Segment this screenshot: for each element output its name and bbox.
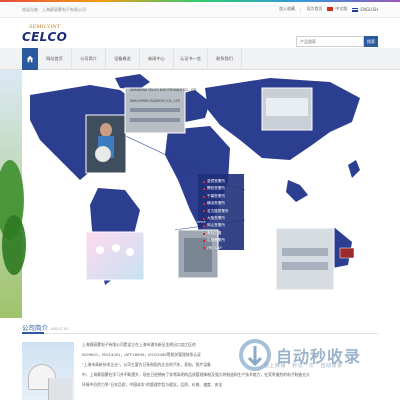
red-sign-graphic [339,247,355,259]
about-line: 环境中仍然力争"日本品质，中国成本"的管理宗旨与理念，品质、价格、速度、安全 [82,382,223,387]
watermark-tagline: 极上链接 · 秒访一次 · 自动收录 [264,363,343,369]
search-button[interactable]: 搜索 [364,36,378,47]
banner-caption-shanghai: SHANGHAI CELCO ELECTRONICS CO., LTD [130,88,197,92]
location-marker-icon [203,239,205,242]
office-head-factory: 本社工場 [203,230,229,237]
set-homepage-link[interactable]: 设为首页 [306,6,322,12]
nav-item-equipment[interactable]: 设备概览 [106,48,140,70]
office-block-graphic [48,378,72,400]
lang-en-link[interactable]: ENGLISH [352,7,378,12]
company-building-photo [22,342,74,400]
office-cap: (有) CAP [203,245,229,252]
lang-en-label: ENGLISH [360,6,378,12]
china-flag-icon [327,7,334,11]
location-marker-icon [203,210,205,213]
location-marker-icon [203,195,205,198]
office-osaka: 大阪営業所 [203,215,229,222]
home-icon [26,55,34,63]
nav-item-about[interactable]: 公司简介 [72,48,106,70]
company-logo[interactable]: SEMICONT CELCO [22,24,67,48]
production-line-photo [275,227,335,291]
uk-flag-icon [352,7,359,12]
location-marker-icon [203,225,205,228]
location-marker-icon [203,202,205,205]
search-box: 搜索 [296,36,378,47]
lab-workers-photo [85,231,145,281]
hero-banner: SHANGHAI CELCO ELECTRONICS CO., LTD SHAI… [0,70,400,318]
main-nav: 网站首页 公司简介 设备概览 新闻中心 认证书一览 联系我们 [0,48,400,70]
lang-cn-link[interactable]: 中文版 [327,6,347,12]
section-divider-accent [22,332,44,334]
about-title[interactable]: 公司简介 [22,322,48,332]
office-yokohama: 横浜営業所 [203,200,229,207]
welcome-text: 欢迎光临 · 上海赛丽蒙电子有限公司 [22,7,86,12]
office-okayama: 岡山営業所 [203,222,229,229]
nav-item-contact[interactable]: 联系我们 [208,48,242,70]
office-kansai: 関西営業所 [203,185,229,192]
office-nagoya: 名古屋営業所 [203,208,229,215]
add-favorite-link[interactable]: 加入收藏 [279,6,295,12]
office-hiroshima: 広島営業所 [203,237,229,244]
nav-item-home[interactable]: 网站首页 [38,48,72,70]
location-marker-icon [203,180,205,183]
location-marker-icon [203,247,205,250]
nav-items: 网站首页 公司简介 设备概览 新闻中心 认证书一览 联系我们 [38,48,242,70]
top-links: 加入收藏 | 设为首页 中文版 ENGLISH [279,6,378,12]
about-heading: 公司简介 ABOUT US [22,322,69,332]
nav-item-news[interactable]: 新闻中心 [140,48,174,70]
location-marker-icon [203,217,205,220]
world-map-graphic [0,70,360,318]
section-divider [22,333,378,334]
location-marker-icon [203,188,205,191]
search-input[interactable] [296,36,364,47]
separator: | [300,6,302,12]
about-subtitle: ABOUT US [51,327,69,331]
nav-item-certificates[interactable]: 认证书一览 [174,48,208,70]
lang-cn-label: 中文版 [335,6,348,11]
office-shiga: 滋賀営業所 [203,178,229,185]
banner-caption-suzhou: SHAI HYORI (SUZHOU) CO., LTD [130,99,181,103]
logo-wordmark: CELCO [22,30,68,44]
office-chiba: 千葉営業所 [203,193,229,200]
location-marker-icon [203,232,205,235]
japan-office-list: 滋賀営業所 関西営業所 千葉営業所 横浜営業所 名古屋営業所 大阪営業所 岡山営… [203,178,229,252]
banner-caption-office: SHAI HYORI SHANGHAI BUSINESS OFFICE [148,220,206,224]
nav-home-button[interactable] [22,48,38,70]
top-bar: 欢迎光临 · 上海赛丽蒙电子有限公司 加入收藏 | 设为首页 中文版 ENGLI… [0,2,400,18]
